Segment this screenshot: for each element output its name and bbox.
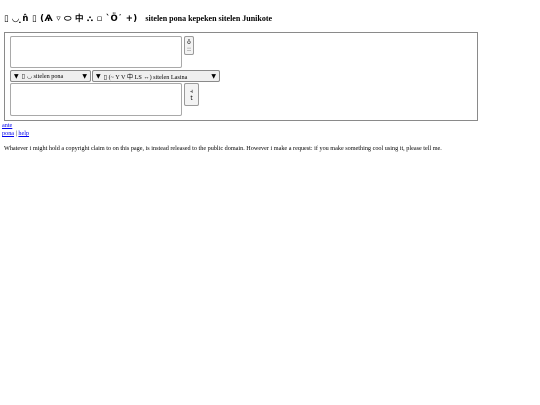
output-textarea[interactable] — [10, 83, 182, 116]
target-script-select[interactable]: ▼ ▯ (~ Y V 中 LS ↔) sitelen Lasina ▼ — [92, 70, 220, 82]
triangle-down-icon: ▼ — [96, 72, 101, 80]
ante-link[interactable]: ante — [2, 122, 12, 129]
source-script-select[interactable]: ▼ ▯ ◡ sitelen pona ▼ — [10, 70, 91, 82]
help-link[interactable]: help — [18, 130, 29, 137]
target-script-value: ▯ (~ Y V 中 LS ↔) sitelen Lasina — [103, 73, 188, 81]
copyright-notice: Whatever i might hold a copyright claim … — [4, 145, 442, 152]
converter-panel: ô :: ▼ ▯ ◡ sitelen pona ▼ ▼ ▯ (~ Y V 中 L… — [4, 32, 478, 121]
swap-bottom-icon: ꟶ t — [190, 87, 193, 102]
swap-top-button[interactable]: ô :: — [184, 36, 194, 55]
swap-top-icon: ô :: — [186, 38, 192, 53]
header-glyphs: ▯ ◡ ̣n̂ ▯ (Ѧ ▿ ⬭ 中 ⛬ ▫ `Ö᾽ +) — [4, 14, 138, 24]
link-separator: | — [15, 130, 17, 137]
input-textarea[interactable] — [10, 36, 182, 68]
header: ▯ ◡ ̣n̂ ▯ (Ѧ ▿ ⬭ 中 ⛬ ▫ `Ö᾽ +) sitelen po… — [4, 11, 272, 25]
triangle-down-icon: ▼ — [14, 72, 19, 80]
nav-links: ante pona | help — [2, 122, 29, 138]
chevron-down-icon: ▼ — [82, 72, 87, 80]
page-title: sitelen pona kepeken sitelen Junikote — [145, 13, 273, 23]
pona-link[interactable]: pona — [2, 130, 14, 137]
swap-bottom-button[interactable]: ꟶ t — [184, 83, 199, 106]
source-script-value: ▯ ◡ sitelen pona — [21, 72, 64, 80]
chevron-down-icon: ▼ — [211, 72, 216, 80]
